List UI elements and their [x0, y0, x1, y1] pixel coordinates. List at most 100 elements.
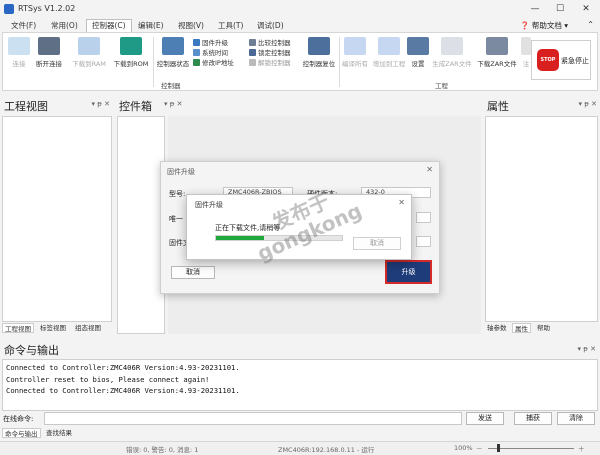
ribbon-separator	[339, 37, 340, 87]
firmware-cancel-button[interactable]: 取消	[171, 266, 215, 279]
compile-all-button[interactable]: 编译所有	[341, 37, 369, 68]
monitor-icon	[162, 37, 184, 55]
project-view-title: 工程视图	[4, 100, 48, 113]
output-header: 命令与输出 ▾ ᵽ ✕	[0, 341, 600, 358]
help-icon: ❓	[520, 21, 530, 30]
close-icon[interactable]: ✕	[426, 165, 433, 174]
capture-button[interactable]: 捕获	[514, 412, 552, 425]
right-tabstrip: 轴参数 属性 帮助	[485, 322, 598, 334]
add-to-project-button[interactable]: 增加到工程	[371, 37, 407, 68]
title-bar: RTSys V1.2.02 — ☐ ✕	[0, 0, 600, 18]
unlock-controller-button[interactable]: 解锁控制器	[249, 58, 299, 68]
properties-panel	[485, 116, 598, 322]
disconnect-icon	[38, 37, 60, 55]
menu-controller[interactable]: 控制器(C)	[86, 19, 132, 32]
download-zar-label: 下载ZAR文件	[477, 60, 517, 68]
menu-file[interactable]: 文件(F)	[6, 20, 41, 32]
menu-edit[interactable]: 编辑(E)	[133, 20, 169, 32]
toolbox-header: 控件箱 ▾ ᵽ ✕	[116, 97, 284, 113]
tab-help[interactable]: 帮助	[535, 323, 552, 333]
maximize-icon[interactable]: ☐	[550, 2, 570, 16]
zar-file-icon	[441, 37, 463, 55]
menu-tools[interactable]: 工具(T)	[213, 20, 248, 32]
settings-label: 设置	[411, 60, 425, 68]
disconnect-label: 断开连接	[36, 60, 62, 68]
tab-properties[interactable]: 属性	[512, 323, 531, 333]
panel-pin-close-icon[interactable]: ▾ ᵽ ✕	[578, 345, 597, 353]
emergency-stop-button[interactable]: STOP 紧急停止	[531, 40, 591, 80]
panel-pin-close-icon[interactable]: ▾ ᵽ ✕	[92, 100, 111, 108]
unlock-controller-label: 解锁控制器	[258, 59, 291, 67]
close-icon[interactable]: ✕	[398, 198, 405, 207]
modify-ip-label: 修改IP地址	[202, 59, 234, 67]
controller-reset-button[interactable]: 控制器复位	[301, 37, 337, 68]
tab-label-view[interactable]: 标签视图	[38, 323, 68, 333]
panel-pin-close-icon[interactable]: ▾ ᵽ ✕	[579, 100, 598, 108]
firmware-upgrade-button[interactable]: 固件升级	[193, 38, 249, 48]
panel-pin-close-icon[interactable]: ▾ ᵽ ✕	[164, 100, 183, 108]
compile-all-label: 编译所有	[342, 60, 368, 68]
unlock-icon	[249, 59, 256, 66]
zoom-in-icon[interactable]: ＋	[578, 443, 585, 453]
zoom-out-icon[interactable]: －	[476, 443, 483, 453]
minimize-icon[interactable]: —	[525, 2, 545, 16]
stop-sign-icon: STOP	[537, 49, 559, 71]
tab-config-view[interactable]: 组态视图	[73, 323, 103, 333]
zoom-slider[interactable]	[488, 448, 574, 449]
firmware-dialog-title: 固件升级	[167, 168, 195, 176]
online-command-label: 在线命令:	[3, 415, 34, 423]
status-counts: 错误: 0, 警告: 0, 消息: 1	[126, 446, 199, 454]
settings-button[interactable]: 设置	[407, 37, 429, 68]
ram-icon	[78, 37, 100, 55]
download-rom-label: 下载到ROM	[113, 60, 149, 68]
unique-id-field	[416, 212, 431, 223]
zoom-level: 100%	[454, 444, 473, 452]
clear-button[interactable]: 清除	[557, 412, 595, 425]
project-view-header: 工程视图 ▾ ᵽ ✕	[0, 97, 113, 113]
left-tabstrip: 工程视图 标签视图 组态视图	[2, 322, 112, 334]
add-to-project-label: 增加到工程	[372, 60, 406, 68]
chip-icon	[193, 39, 200, 46]
more-label: 注	[522, 60, 530, 68]
help-doc-label: 帮助文档	[531, 21, 562, 30]
properties-title: 属性	[487, 100, 509, 113]
close-icon[interactable]: ✕	[576, 2, 596, 16]
output-title: 命令与输出	[4, 344, 59, 357]
download-rom-button[interactable]: 下载到ROM	[110, 37, 152, 68]
tab-project-view[interactable]: 工程视图	[2, 323, 34, 333]
status-bar: 错误: 0, 警告: 0, 消息: 1 ZMC406R:192.168.0.11…	[0, 441, 600, 455]
disconnect-button[interactable]: 断开连接	[33, 37, 65, 68]
menu-bar: 文件(F) 常用(O) 控制器(C) 编辑(E) 视图(V) 工具(T) 调试(…	[0, 18, 600, 32]
system-time-button[interactable]: 系统时间	[193, 48, 249, 58]
tab-command-output[interactable]: 命令与输出	[2, 428, 41, 438]
group-label-project: 工程	[435, 82, 448, 90]
compile-icon	[344, 37, 366, 55]
tab-find-results[interactable]: 查找结果	[44, 428, 74, 438]
upgrade-button[interactable]: 升级	[385, 260, 432, 284]
controller-status-label: 控制器状态	[156, 60, 190, 68]
menu-view[interactable]: 视图(V)	[173, 20, 209, 32]
output-console: Connected to Controller:ZMC406R Version:…	[2, 359, 598, 411]
lock-controller-button[interactable]: 锁定控制器	[249, 48, 299, 58]
ribbon-collapse-icon[interactable]: ⌃	[587, 20, 594, 29]
firmware-file-field[interactable]	[416, 236, 431, 247]
online-command-input[interactable]	[44, 412, 462, 425]
firmware-upgrade-label: 固件升级	[202, 39, 228, 47]
compare-controller-button[interactable]: 比较控制器	[249, 38, 299, 48]
emergency-stop-label: 紧急停止	[561, 57, 589, 65]
download-ram-button[interactable]: 下载到RAM	[69, 37, 109, 68]
download-zar-button[interactable]: 下载ZAR文件	[475, 37, 519, 68]
menu-debug[interactable]: 调试(D)	[252, 20, 289, 32]
connect-button[interactable]: 连接	[7, 37, 31, 68]
modify-ip-button[interactable]: 修改IP地址	[193, 58, 249, 68]
zoom-slider-handle[interactable]	[497, 444, 500, 452]
unique-id-label: 唯一	[169, 215, 183, 223]
compare-controller-label: 比较控制器	[258, 39, 291, 47]
progress-cancel-button[interactable]: 取消	[353, 237, 401, 250]
controller-status-button[interactable]: 控制器状态	[155, 37, 191, 68]
send-button[interactable]: 发送	[466, 412, 504, 425]
generate-zar-button[interactable]: 生成ZAR文件	[430, 37, 474, 68]
help-doc-menu[interactable]: ❓ 帮助文档 ▾	[520, 20, 568, 31]
menu-common[interactable]: 常用(O)	[46, 20, 83, 32]
tab-axis-params[interactable]: 轴参数	[485, 323, 509, 333]
